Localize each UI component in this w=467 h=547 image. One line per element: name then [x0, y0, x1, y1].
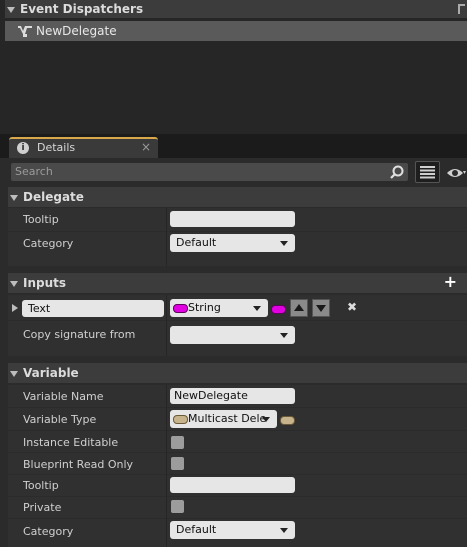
delegate-section-title: Delegate — [23, 190, 84, 204]
column-divider — [166, 295, 167, 356]
event-dispatchers-header[interactable]: Event Dispatchers — [5, 0, 467, 18]
variable-type-value: Multicast Deleg — [188, 412, 266, 425]
private-label: Private — [23, 501, 62, 514]
collapse-arrow-icon — [10, 194, 18, 201]
instance-editable-checkbox[interactable] — [171, 436, 184, 449]
delegate-pin-icon — [280, 416, 295, 425]
variable-category-label: Category — [23, 525, 74, 538]
variable-category-dropdown[interactable]: Default — [170, 521, 295, 539]
variable-name-label: Variable Name — [23, 390, 104, 403]
dispatcher-icon — [18, 26, 32, 37]
instance-editable-label: Instance Editable — [23, 436, 119, 449]
search-input[interactable]: Search — [11, 163, 408, 181]
chevron-down-icon — [280, 241, 288, 246]
visibility-eye-icon[interactable] — [446, 166, 466, 180]
param-type-dropdown[interactable]: String — [170, 299, 268, 317]
search-icon — [390, 165, 404, 179]
variable-type-dropdown[interactable]: Multicast Deleg — [170, 410, 277, 428]
string-pin-icon — [271, 305, 286, 314]
collapse-arrow-icon — [10, 280, 18, 287]
inputs-section-header[interactable]: Inputs + — [8, 272, 467, 293]
chevron-down-icon — [262, 417, 270, 422]
event-dispatcher-item-label: NewDelegate — [36, 24, 117, 38]
tab-details[interactable]: i Details × — [9, 137, 158, 158]
collapse-arrow-icon — [10, 370, 18, 377]
blueprint-readonly-checkbox[interactable] — [171, 457, 184, 470]
move-down-button[interactable] — [312, 299, 330, 317]
column-divider — [166, 385, 167, 547]
event-dispatchers-panel: Event Dispatchers NewDelegate — [0, 0, 467, 134]
delegate-category-label: Category — [23, 237, 74, 250]
variable-category-value: Default — [176, 523, 217, 536]
param-name-field[interactable]: Text — [22, 300, 164, 317]
private-checkbox[interactable] — [171, 500, 184, 513]
blueprint-readonly-label: Blueprint Read Only — [23, 458, 134, 471]
add-input-button[interactable]: + — [444, 272, 457, 292]
param-type-value: String — [188, 301, 221, 314]
list-view-icon — [420, 166, 435, 179]
string-pin-icon — [173, 304, 188, 313]
copy-signature-label: Copy signature from — [23, 328, 136, 341]
chevron-down-icon — [280, 333, 288, 338]
delegate-tooltip-field[interactable] — [170, 211, 295, 227]
copy-signature-dropdown[interactable] — [170, 326, 295, 344]
variable-type-label: Variable Type — [23, 413, 97, 426]
details-icon: i — [17, 142, 29, 154]
search-placeholder: Search — [15, 165, 53, 178]
delegate-section-header[interactable]: Delegate — [8, 187, 467, 207]
collapse-arrow-icon — [7, 6, 15, 13]
variable-tooltip-field[interactable] — [170, 477, 295, 493]
event-dispatchers-title: Event Dispatchers — [20, 2, 144, 16]
variable-tooltip-label: Tooltip — [23, 479, 59, 492]
remove-param-button[interactable]: ✖ — [347, 300, 357, 314]
delegate-pin-icon — [173, 415, 188, 424]
delegate-category-value: Default — [176, 236, 217, 249]
move-up-button[interactable] — [290, 299, 308, 317]
chevron-down-icon — [280, 528, 288, 533]
arrow-down-icon — [316, 305, 326, 312]
column-divider — [166, 208, 167, 266]
event-dispatcher-item[interactable]: NewDelegate — [5, 21, 467, 41]
chevron-down-icon — [253, 306, 261, 311]
delegate-tooltip-label: Tooltip — [23, 213, 59, 226]
private-row — [8, 497, 467, 518]
expand-arrow-icon[interactable] — [12, 304, 18, 312]
variable-section-title: Variable — [23, 366, 79, 380]
arrow-up-icon — [294, 304, 304, 311]
panel-corner-icon — [458, 4, 465, 14]
param-name-value: Text — [28, 302, 51, 315]
variable-name-field[interactable]: NewDelegate — [170, 388, 295, 404]
tab-close-icon[interactable]: × — [141, 140, 151, 154]
view-options-button[interactable] — [415, 161, 440, 183]
inputs-section-title: Inputs — [23, 276, 67, 290]
tab-details-label: Details — [37, 141, 76, 154]
delegate-category-dropdown[interactable]: Default — [170, 234, 295, 252]
variable-section-header[interactable]: Variable — [8, 363, 467, 383]
